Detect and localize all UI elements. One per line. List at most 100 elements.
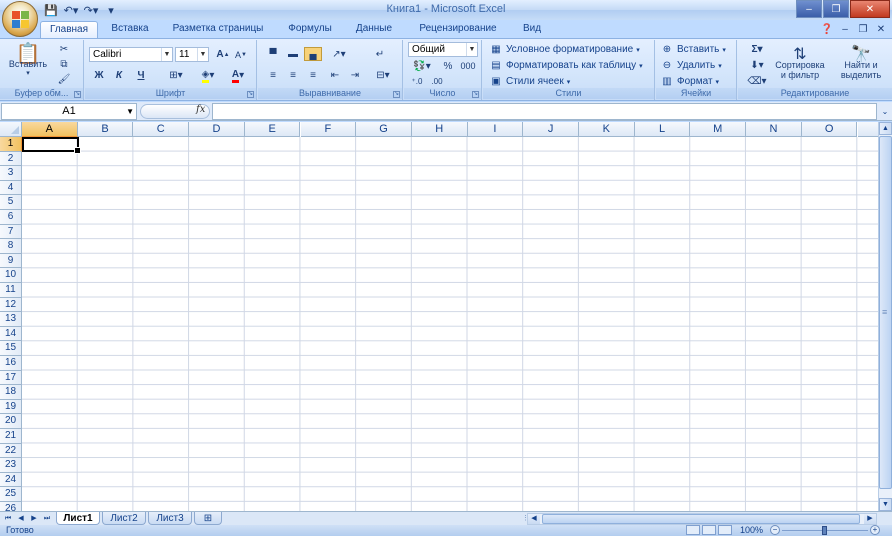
row-header[interactable]: 16 — [0, 356, 22, 371]
row-header[interactable]: 2 — [0, 151, 22, 167]
sort-filter-button[interactable]: ⇅ Сортировка и фильтр — [770, 42, 830, 88]
row-header[interactable]: 23 — [0, 458, 22, 473]
row-header[interactable]: 5 — [0, 195, 22, 210]
column-header[interactable]: G — [356, 122, 412, 137]
row-header[interactable]: 17 — [0, 370, 22, 386]
zoom-slider[interactable]: − + — [770, 525, 880, 536]
normal-view-icon[interactable] — [686, 525, 700, 535]
expand-formula-bar-icon[interactable]: ⌄ — [879, 104, 891, 119]
horizontal-scrollbar[interactable]: ⋮ ◀ ▶ — [522, 513, 877, 525]
name-box[interactable]: A1 ▼ — [1, 103, 137, 120]
format-as-table-button[interactable]: ▤ Форматировать как таблицу ▾ — [489, 58, 642, 73]
insert-function-button[interactable]: fx — [196, 104, 205, 115]
column-header[interactable]: L — [634, 122, 691, 137]
horizontal-scroll-thumb[interactable] — [542, 514, 860, 524]
row-header[interactable]: 11 — [0, 283, 22, 298]
row-header[interactable]: 8 — [0, 239, 22, 254]
maximize-button[interactable]: ❐ — [823, 0, 849, 18]
vertical-scroll-thumb[interactable] — [879, 136, 892, 489]
tab-insert[interactable]: Вставка — [102, 21, 158, 38]
format-cells-button[interactable]: ▥ Формат ▾ — [660, 74, 719, 89]
decrease-indent-icon[interactable]: ⇤ — [326, 68, 344, 82]
doc-minimize-icon[interactable]: – — [838, 22, 852, 36]
insert-sheet-icon[interactable]: ⊞ — [194, 512, 222, 525]
row-header[interactable]: 26 — [0, 502, 22, 511]
tab-review[interactable]: Рецензирование — [406, 21, 510, 38]
align-left-icon[interactable]: ≡ — [264, 68, 282, 82]
minimize-button[interactable]: – — [796, 0, 822, 18]
font-launcher-icon[interactable]: ↘ — [247, 91, 254, 98]
cut-icon[interactable]: ✂ — [56, 42, 72, 56]
alignment-launcher-icon[interactable]: ↘ — [393, 91, 400, 98]
number-format-combo[interactable]: Общий ▼ — [408, 42, 478, 57]
scroll-up-icon[interactable]: ▲ — [879, 122, 892, 135]
align-center-icon[interactable]: ≡ — [284, 68, 302, 82]
clipboard-launcher-icon[interactable]: ↘ — [74, 91, 81, 98]
paste-button[interactable]: 📋 Вставить ▾ — [6, 42, 50, 86]
first-sheet-icon[interactable]: ⏮ — [2, 513, 14, 524]
column-header[interactable]: B — [77, 122, 134, 137]
sheet-tab-1[interactable]: Лист1 — [56, 512, 100, 525]
decrease-decimal-icon[interactable]: .00 — [428, 75, 446, 87]
formula-input[interactable] — [212, 103, 877, 120]
row-header[interactable]: 18 — [0, 385, 22, 400]
increase-font-icon[interactable]: A ▲ — [215, 47, 231, 62]
format-painter-icon[interactable]: 🖌 — [56, 72, 72, 86]
tab-view[interactable]: Вид — [514, 21, 550, 38]
tab-split-handle[interactable]: ⋮ — [522, 514, 529, 524]
font-name-combo[interactable]: Calibri ▼ — [89, 47, 173, 62]
conditional-formatting-button[interactable]: ▦ Условное форматирование ▾ — [489, 42, 639, 57]
row-header[interactable]: 19 — [0, 399, 22, 415]
row-header[interactable]: 21 — [0, 429, 22, 444]
sheet-tab-2[interactable]: Лист2 — [102, 512, 146, 525]
next-sheet-icon[interactable]: ▶ — [28, 513, 40, 524]
font-color-icon[interactable]: A ▾ — [225, 68, 251, 83]
column-header[interactable]: F — [300, 122, 357, 137]
tab-data[interactable]: Данные — [346, 21, 402, 38]
fill-icon[interactable]: ⬇▾ — [744, 58, 770, 72]
tab-formulas[interactable]: Формулы — [280, 21, 340, 38]
row-header[interactable]: 9 — [0, 253, 22, 269]
row-header[interactable]: 15 — [0, 341, 22, 356]
prev-sheet-icon[interactable]: ◀ — [15, 513, 27, 524]
column-header[interactable]: N — [746, 122, 802, 137]
row-header[interactable]: 1 — [0, 137, 22, 152]
vertical-scrollbar[interactable]: ▲ ▼ — [878, 122, 892, 511]
currency-icon[interactable]: 💱▾ — [408, 59, 436, 73]
thousands-button[interactable]: 000 — [458, 59, 478, 73]
page-break-view-icon[interactable] — [718, 525, 732, 535]
doc-close-icon[interactable]: ✕ — [874, 22, 888, 36]
row-header[interactable]: 20 — [0, 414, 22, 429]
number-launcher-icon[interactable]: ↘ — [472, 91, 479, 98]
percent-button[interactable]: % — [440, 59, 456, 73]
increase-indent-icon[interactable]: ⇥ — [346, 68, 364, 82]
row-header[interactable]: 3 — [0, 166, 22, 181]
row-header[interactable]: 7 — [0, 224, 22, 240]
tab-page-layout[interactable]: Разметка страницы — [162, 21, 274, 38]
column-header[interactable]: K — [579, 122, 635, 137]
clear-icon[interactable]: ⌫▾ — [744, 74, 770, 88]
doc-restore-icon[interactable]: ❐ — [856, 22, 870, 36]
row-header[interactable]: 14 — [0, 326, 22, 342]
scroll-down-icon[interactable]: ▼ — [879, 498, 892, 511]
column-header[interactable]: M — [690, 122, 747, 137]
wrap-text-icon[interactable]: ↵ — [370, 47, 390, 61]
row-header[interactable]: 24 — [0, 472, 22, 488]
zoom-out-icon[interactable]: − — [770, 525, 780, 535]
align-middle-icon[interactable]: ▬ — [284, 47, 302, 61]
column-header[interactable]: H — [411, 122, 468, 137]
align-bottom-icon[interactable]: ▄ — [304, 47, 322, 61]
page-layout-view-icon[interactable] — [702, 525, 716, 535]
tab-home[interactable]: Главная — [40, 21, 98, 38]
row-header[interactable]: 13 — [0, 312, 22, 327]
row-header[interactable]: 4 — [0, 180, 22, 196]
copy-icon[interactable]: ⧉ — [56, 57, 72, 71]
scroll-left-icon[interactable]: ◀ — [528, 514, 540, 524]
column-header[interactable]: I — [467, 122, 524, 137]
italic-button[interactable]: К — [111, 68, 127, 83]
zoom-slider-knob[interactable] — [822, 526, 827, 535]
last-sheet-icon[interactable]: ⏭ — [41, 513, 53, 524]
bold-button[interactable]: Ж — [91, 68, 107, 83]
font-size-combo[interactable]: 11 ▼ — [175, 47, 209, 62]
zoom-in-icon[interactable]: + — [870, 525, 880, 535]
